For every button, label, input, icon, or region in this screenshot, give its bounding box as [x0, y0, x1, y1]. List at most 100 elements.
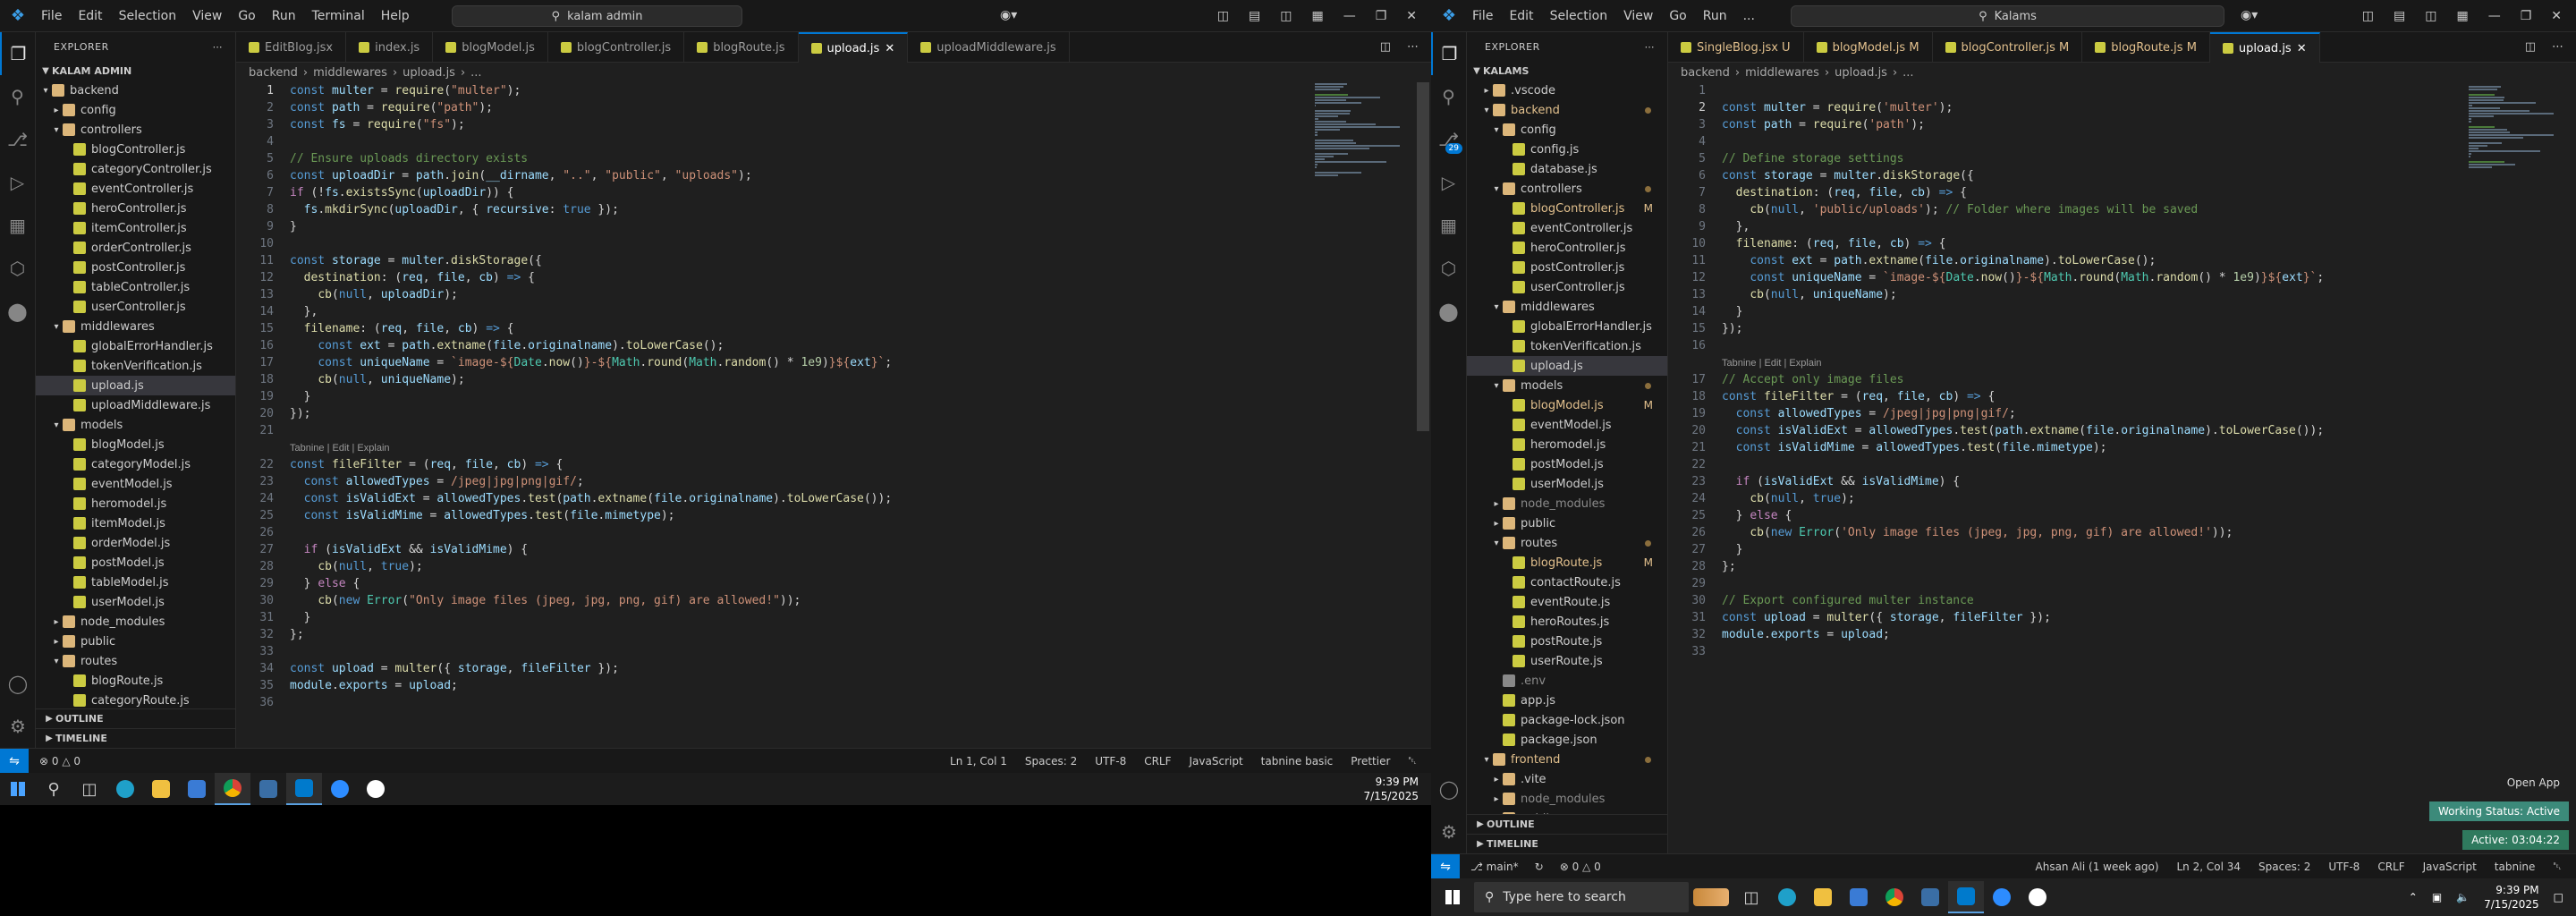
tray-chevron-icon[interactable]: ⌃ [2409, 890, 2418, 904]
tree-item[interactable]: ▾ backend [1467, 100, 1667, 120]
tree-item[interactable]: ▾ routes [1467, 533, 1667, 553]
editor-tab[interactable]: SingleBlog.jsx U [1668, 32, 1804, 63]
tree-item[interactable]: eventRoute.js [1467, 592, 1667, 612]
tabnine-icon[interactable]: ⬤ [0, 290, 35, 333]
tree-item[interactable]: blogController.js [36, 140, 235, 159]
search-icon[interactable]: ⚲ [36, 773, 72, 805]
remote-indicator-icon[interactable]: ⇋ [1431, 853, 1460, 878]
tree-item[interactable]: ▾ backend [36, 81, 235, 100]
account-icon[interactable]: ◯ [1431, 768, 1467, 810]
tree-item[interactable]: ▸ .vscode [1467, 81, 1667, 100]
tree-item[interactable]: itemModel.js [36, 513, 235, 533]
editor-tab[interactable]: index.js [346, 32, 434, 63]
layout-panel-icon[interactable]: ▤ [1249, 9, 1260, 23]
more-actions-icon[interactable]: ⋯ [213, 41, 224, 53]
split-editor-icon[interactable]: ◫ [2525, 40, 2536, 54]
command-center[interactable]: ⚲ kalam admin [452, 5, 742, 27]
clock[interactable]: 9:39 PM 7/15/2025 [2484, 883, 2539, 912]
tree-item[interactable]: blogRoute.js [36, 671, 235, 691]
tree-item[interactable]: ▾ models [36, 415, 235, 435]
volume-icon[interactable]: 🔈 [2456, 890, 2470, 904]
menu-item[interactable]: Help [381, 9, 410, 23]
layout-sidebar-icon[interactable]: ◫ [2362, 9, 2374, 23]
menu-item[interactable]: Edit [78, 9, 102, 23]
app-icon[interactable] [2020, 881, 2055, 913]
status-item[interactable]: Spaces: 2 [1025, 755, 1077, 768]
breadcrumb-item[interactable]: upload.js [1835, 66, 1887, 80]
tree-item[interactable]: ▸ node_modules [36, 612, 235, 632]
tree-item[interactable]: ▸ .vite [1467, 769, 1667, 789]
status-item[interactable]: tabnine basic [1261, 755, 1334, 768]
editor-tab[interactable]: blogController.js M [1933, 32, 2083, 63]
status-item[interactable]: Ln 2, Col 34 [2177, 861, 2241, 873]
layout-sidebar-icon[interactable]: ◫ [1217, 9, 1229, 23]
tree-item[interactable]: package.json [1467, 730, 1667, 750]
status-item[interactable]: tabnine [2495, 861, 2536, 873]
editor-tab[interactable]: blogRoute.js M [2082, 32, 2210, 63]
tree-item[interactable]: eventController.js [1467, 218, 1667, 238]
source-control-icon[interactable]: ⎇ 29 [1431, 118, 1466, 161]
store-icon[interactable] [1841, 881, 1877, 913]
tree-item[interactable]: eventController.js [36, 179, 235, 199]
minimize-icon[interactable]: — [1343, 9, 1356, 23]
status-item[interactable]: UTF-8 [1095, 755, 1126, 768]
code-editor[interactable]: 1 const multer = require("multer"); 2 const… [236, 82, 1431, 748]
search-highlight-icon[interactable] [1689, 881, 1733, 913]
tree-item[interactable]: package-lock.json [1467, 710, 1667, 730]
breadcrumb-item[interactable]: middlewares [1745, 66, 1819, 80]
tree-item[interactable]: itemController.js [36, 218, 235, 238]
problems-count[interactable]: ⊗ 0 △ 0 [39, 755, 80, 768]
timeline-section[interactable]: ▶ TIMELINE [36, 728, 235, 748]
tree-item[interactable]: tableModel.js [36, 572, 235, 592]
problems-count[interactable]: ⊗ 0 △ 0 [1560, 861, 1601, 873]
more-actions-icon[interactable]: ⋯ [2552, 40, 2563, 54]
editor-tab[interactable]: blogModel.js M [1804, 32, 1933, 63]
tree-item[interactable]: ▾ controllers [1467, 179, 1667, 199]
tree-item[interactable]: userController.js [1467, 277, 1667, 297]
editor-tab[interactable]: upload.js ✕ [2209, 32, 2320, 63]
notifications-bell-icon[interactable]: ␇ [1408, 754, 1417, 768]
network-icon[interactable]: ▣ [2432, 890, 2442, 904]
tree-item[interactable]: postModel.js [36, 553, 235, 572]
code-lens[interactable]: Tabnine | Edit | Explain [1677, 354, 2576, 371]
search-icon[interactable]: ⚲ [1431, 75, 1466, 118]
close-icon[interactable]: ✕ [1406, 9, 1417, 23]
zoom-icon[interactable] [1984, 881, 2020, 913]
tree-item[interactable]: userRoute.js [1467, 651, 1667, 671]
tree-item[interactable]: uploadMiddleware.js [36, 395, 235, 415]
menu-item[interactable]: Terminal [312, 9, 365, 23]
tree-item[interactable]: ▾ frontend [1467, 750, 1667, 769]
windows-start-icon[interactable] [1431, 881, 1474, 913]
breadcrumb-item[interactable]: backend [249, 66, 298, 80]
tree-item[interactable]: ▾ models [1467, 376, 1667, 395]
customize-layout-icon[interactable]: ▦ [1311, 9, 1323, 23]
tree-item[interactable]: ▸ node_modules [1467, 789, 1667, 809]
vscode-blue-icon[interactable] [250, 773, 286, 805]
tree-item[interactable]: ▸ node_modules [1467, 494, 1667, 513]
status-item[interactable]: JavaScript [1190, 755, 1243, 768]
tree-item[interactable]: categoryModel.js [36, 454, 235, 474]
tree-item[interactable]: globalErrorHandler.js [36, 336, 235, 356]
run-debug-icon[interactable]: ▷ [0, 161, 35, 204]
close-icon[interactable]: ✕ [2551, 9, 2562, 23]
editor-tab[interactable]: upload.js ✕ [798, 32, 909, 63]
tree-item[interactable]: database.js [1467, 159, 1667, 179]
menu-item[interactable]: File [41, 9, 62, 23]
tree-item[interactable]: ▸ config [36, 100, 235, 120]
layout-panel-icon[interactable]: ▤ [2394, 9, 2405, 23]
more-actions-icon[interactable]: ⋯ [1407, 40, 1419, 54]
open-app-label[interactable]: Open App [2498, 773, 2569, 793]
file-explorer-icon[interactable] [143, 773, 179, 805]
zoom-icon[interactable] [322, 773, 358, 805]
status-item[interactable]: Ahsan Ali (1 week ago) [2036, 861, 2159, 873]
status-item[interactable]: CRLF [2377, 861, 2404, 873]
status-item[interactable]: UTF-8 [2328, 861, 2360, 873]
tree-item[interactable]: blogRoute.js M [1467, 553, 1667, 572]
tree-item[interactable]: heroRoutes.js [1467, 612, 1667, 632]
tree-item[interactable]: upload.js [1467, 356, 1667, 376]
timeline-section[interactable]: ▶ TIMELINE [1467, 834, 1667, 853]
notifications-bell-icon[interactable]: ␇ [2553, 860, 2562, 873]
split-editor-icon[interactable]: ◫ [1380, 40, 1391, 54]
editor-tab[interactable]: EditBlog.jsx [236, 32, 347, 63]
tree-item[interactable]: postRoute.js [1467, 632, 1667, 651]
